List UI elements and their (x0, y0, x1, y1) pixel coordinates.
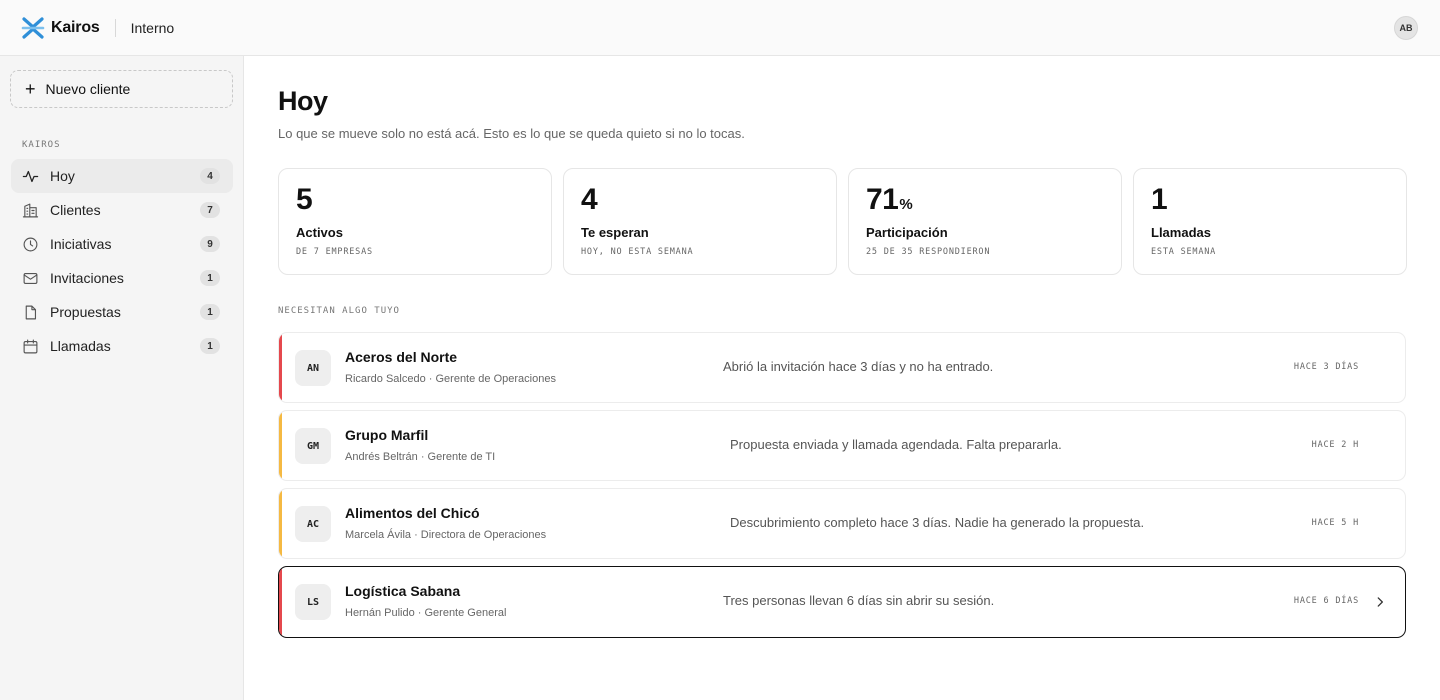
sidebar-item-clientes[interactable]: Clientes 7 (11, 193, 233, 227)
status-indicator (279, 567, 282, 637)
stat-number: 1 (1151, 183, 1168, 216)
stat-number: 4 (581, 183, 598, 216)
company-initials: AC (295, 506, 331, 542)
sidebar-item-count: 4 (200, 168, 220, 184)
status-message: Abrió la invitación hace 3 días y no ha … (723, 359, 994, 374)
user-avatar[interactable]: AB (1394, 16, 1418, 40)
status-indicator (279, 411, 282, 480)
stat-label: Llamadas (1151, 225, 1211, 240)
sidebar-item-label: Iniciativas (50, 236, 112, 252)
brand[interactable]: Kairos (21, 16, 100, 40)
sidebar-item-llamadas[interactable]: Llamadas 1 (11, 329, 233, 363)
calendar-icon (23, 339, 38, 353)
elapsed-time: HACE 2 H (1311, 440, 1359, 450)
stat-note: HOY, NO ESTA SEMANA (581, 247, 694, 257)
stat-card-llamadas: 1 Llamadas ESTA SEMANA (1133, 168, 1407, 275)
stat-label: Participación (866, 225, 948, 240)
sidebar-section-label: KAIROS (22, 140, 61, 150)
stat-unit: % (899, 196, 913, 213)
list-item[interactable]: AC Alimentos del Chicó Marcela Ávila · D… (278, 488, 1406, 559)
company-initials: GM (295, 428, 331, 464)
status-message: Descubrimiento completo hace 3 días. Nad… (730, 515, 1145, 530)
sidebar-item-label: Invitaciones (50, 270, 124, 286)
list-item[interactable]: AN Aceros del Norte Ricardo Salcedo · Ge… (278, 332, 1406, 403)
stat-value: 71% (866, 183, 913, 217)
list-item[interactable]: LS Logística Sabana Hernán Pulido · Gere… (278, 566, 1406, 638)
sidebar-item-propuestas[interactable]: Propuestas 1 (11, 295, 233, 329)
stat-number: 71 (866, 183, 899, 216)
attention-list-label: NECESITAN ALGO TUYO (278, 306, 400, 316)
sidebar-item-count: 7 (200, 202, 220, 218)
status-message: Tres personas llevan 6 días sin abrir su… (723, 593, 995, 608)
sidebar-nav: Hoy 4 Clientes 7 Iniciativas 9 Invitacio… (11, 159, 233, 363)
status-message: Propuesta enviada y llamada agendada. Fa… (730, 437, 1062, 452)
contact-person: Hernán Pulido · Gerente General (345, 607, 507, 619)
status-indicator (279, 489, 282, 558)
sidebar-item-label: Clientes (50, 202, 101, 218)
list-item[interactable]: GM Grupo Marfil Andrés Beltrán · Gerente… (278, 410, 1406, 481)
elapsed-time: HACE 6 DÍAS (1293, 596, 1359, 606)
stat-card-participacion: 71% Participación 25 DE 35 RESPONDIERON (848, 168, 1122, 275)
mail-icon (23, 272, 38, 284)
sidebar-item-hoy[interactable]: Hoy 4 (11, 159, 233, 193)
new-client-button[interactable]: + Nuevo cliente (10, 70, 233, 108)
sidebar-item-label: Hoy (50, 168, 75, 184)
status-indicator (279, 333, 282, 402)
sidebar-item-count: 1 (200, 304, 220, 320)
sidebar-item-invitaciones[interactable]: Invitaciones 1 (11, 261, 233, 295)
sidebar-item-iniciativas[interactable]: Iniciativas 9 (11, 227, 233, 261)
stat-card-activos: 5 Activos DE 7 EMPRESAS (278, 168, 552, 275)
company-initials: LS (295, 584, 331, 620)
company-name: Aceros del Norte (345, 349, 458, 365)
stat-note: ESTA SEMANA (1151, 247, 1217, 257)
stat-label: Te esperan (581, 225, 649, 240)
contact-person: Andrés Beltrán · Gerente de TI (345, 451, 496, 463)
brand-name: Kairos (51, 18, 100, 36)
stat-value: 4 (581, 183, 598, 217)
new-client-label: Nuevo cliente (45, 81, 131, 97)
company-initials: AN (295, 350, 331, 386)
stats-row: 5 Activos DE 7 EMPRESAS 4 Te esperan HOY… (278, 168, 1407, 275)
clock-icon (23, 237, 38, 251)
page-subtitle: Lo que se mueve solo no está acá. Esto e… (278, 126, 745, 141)
top-bar: Kairos Interno AB (0, 0, 1440, 56)
main-content: Hoy Lo que se mueve solo no está acá. Es… (244, 56, 1440, 700)
plus-icon: + (25, 79, 36, 99)
workspace-name[interactable]: Interno (131, 20, 175, 36)
company-name: Logística Sabana (345, 583, 461, 599)
company-name: Alimentos del Chicó (345, 505, 480, 521)
elapsed-time: HACE 5 H (1311, 518, 1359, 528)
stat-number: 5 (296, 183, 313, 216)
contact-person: Ricardo Salcedo · Gerente de Operaciones (345, 373, 556, 385)
sidebar: + Nuevo cliente KAIROS Hoy 4 Clientes 7 … (0, 56, 244, 700)
sidebar-item-label: Propuestas (50, 304, 121, 320)
elapsed-time: HACE 3 DÍAS (1293, 362, 1359, 372)
sidebar-item-label: Llamadas (50, 338, 111, 354)
stat-label: Activos (296, 225, 343, 240)
company-name: Grupo Marfil (345, 427, 429, 443)
stat-value: 1 (1151, 183, 1168, 217)
stat-card-te-esperan: 4 Te esperan HOY, NO ESTA SEMANA (563, 168, 837, 275)
building-icon (22, 203, 39, 217)
sidebar-item-count: 1 (200, 270, 220, 286)
contact-person: Marcela Ávila · Directora de Operaciones (345, 529, 547, 541)
document-icon (25, 305, 37, 319)
sidebar-item-count: 1 (200, 338, 220, 354)
activity-icon (22, 170, 39, 182)
stat-note: DE 7 EMPRESAS (296, 247, 373, 257)
chevron-right-icon[interactable] (1373, 595, 1387, 609)
stat-note: 25 DE 35 RESPONDIERON (866, 247, 991, 257)
brand-divider (114, 18, 116, 37)
stat-value: 5 (296, 183, 313, 217)
sidebar-item-count: 9 (200, 236, 220, 252)
kairos-logo-icon (21, 16, 45, 39)
attention-list: AN Aceros del Norte Ricardo Salcedo · Ge… (278, 332, 1406, 645)
page-title: Hoy (278, 86, 328, 116)
